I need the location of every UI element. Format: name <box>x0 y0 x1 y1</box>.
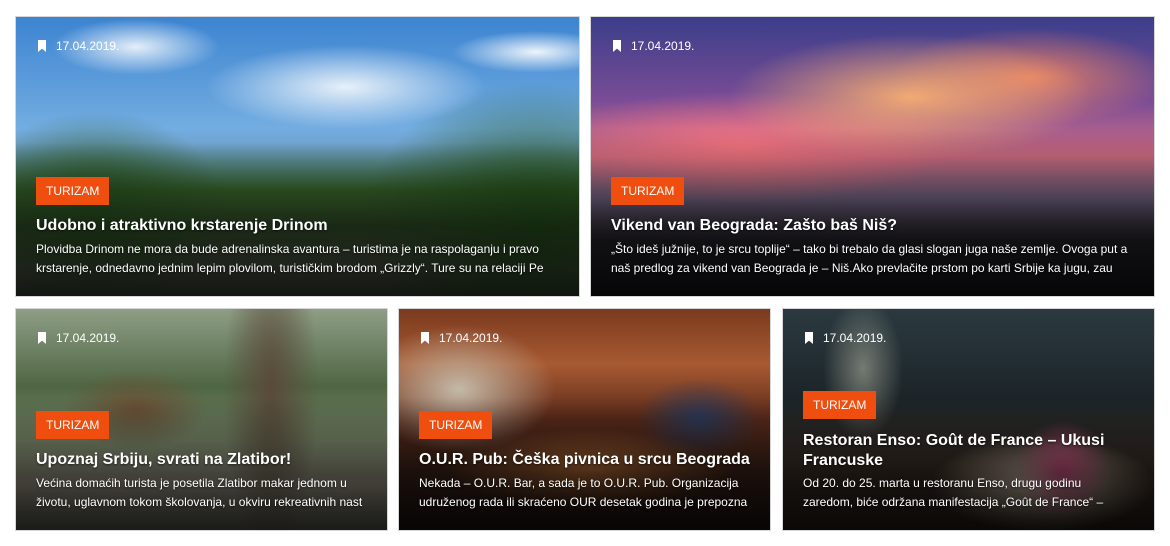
category-tag[interactable]: TURIZAM <box>419 411 493 439</box>
article-card-zlatibor[interactable]: 17.04.2019. TURIZAM Upoznaj Srbiju, svra… <box>15 308 388 531</box>
bookmark-icon <box>38 332 46 344</box>
bookmark-icon <box>38 40 46 52</box>
article-title[interactable]: Udobno i atraktivno krstarenje Drinom <box>36 216 559 236</box>
article-excerpt: Plovidba Drinom ne mora da bude adrenali… <box>36 242 544 275</box>
article-date: 17.04.2019. <box>823 331 887 345</box>
category-tag[interactable]: TURIZAM <box>36 177 110 205</box>
bookmark-icon <box>421 332 429 344</box>
bookmark-icon <box>613 40 621 52</box>
article-meta: 17.04.2019. <box>38 39 119 53</box>
article-meta: 17.04.2019. <box>613 39 694 53</box>
bookmark-icon <box>805 332 813 344</box>
article-excerpt: Od 20. do 25. marta u restoranu Enso, dr… <box>803 476 1104 509</box>
article-card-nis[interactable]: 17.04.2019. TURIZAM Vikend van Beograda:… <box>590 16 1155 297</box>
article-date: 17.04.2019. <box>56 39 120 53</box>
article-date: 17.04.2019. <box>631 39 695 53</box>
category-tag[interactable]: TURIZAM <box>36 411 110 439</box>
category-tag[interactable]: TURIZAM <box>611 177 685 205</box>
article-date: 17.04.2019. <box>439 331 503 345</box>
article-title[interactable]: Upoznaj Srbiju, svrati na Zlatibor! <box>36 450 367 470</box>
article-card-enso[interactable]: 17.04.2019. TURIZAM Restoran Enso: Goût … <box>782 308 1155 531</box>
article-card-drina[interactable]: 17.04.2019. TURIZAM Udobno i atraktivno … <box>15 16 580 297</box>
article-meta: 17.04.2019. <box>421 331 502 345</box>
category-tag[interactable]: TURIZAM <box>803 391 877 419</box>
article-excerpt: „Što ideš južnije, to je srcu toplije“ –… <box>611 242 1128 275</box>
article-card-our-pub[interactable]: 17.04.2019. TURIZAM O.U.R. Pub: Češka pi… <box>398 308 771 531</box>
article-date: 17.04.2019. <box>56 331 120 345</box>
article-title[interactable]: Restoran Enso: Goût de France – Ukusi Fr… <box>803 431 1134 471</box>
article-meta: 17.04.2019. <box>805 331 886 345</box>
article-excerpt: Većina domaćih turista je posetila Zlati… <box>36 476 363 509</box>
article-title[interactable]: O.U.R. Pub: Češka pivnica u srcu Beograd… <box>419 450 750 470</box>
article-excerpt: Nekada – O.U.R. Bar, a sada je to O.U.R.… <box>419 476 748 509</box>
article-title[interactable]: Vikend van Beograda: Zašto baš Niš? <box>611 216 1134 236</box>
article-meta: 17.04.2019. <box>38 331 119 345</box>
